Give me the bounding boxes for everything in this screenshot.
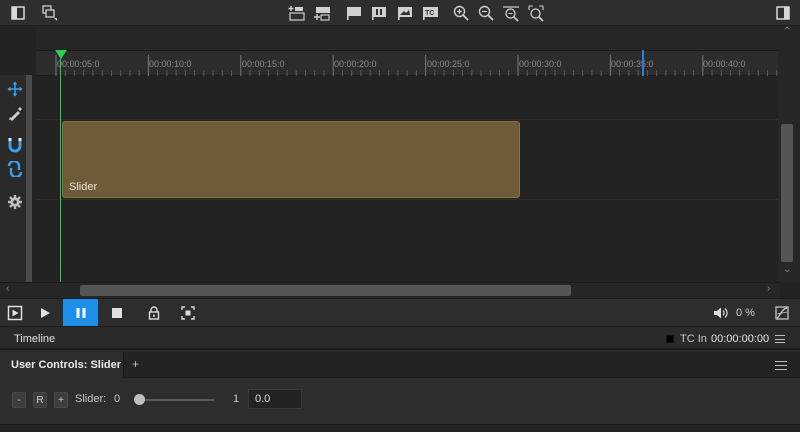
scroll-up-icon[interactable]: ⌃ bbox=[783, 26, 791, 37]
track-divider bbox=[36, 119, 778, 120]
zoom-out-icon[interactable] bbox=[477, 4, 495, 22]
magnet-link-icon[interactable] bbox=[7, 161, 23, 177]
play-from-start-button[interactable] bbox=[2, 299, 28, 327]
decrement-button[interactable]: - bbox=[12, 392, 26, 408]
tc-marker-icon[interactable]: TC bbox=[421, 4, 439, 22]
zoom-fit-icon[interactable] bbox=[502, 4, 520, 22]
slider-max: 1 bbox=[233, 393, 240, 405]
increment-button[interactable]: + bbox=[54, 392, 68, 408]
play-button[interactable] bbox=[32, 299, 58, 327]
gear-icon[interactable] bbox=[7, 194, 23, 210]
panel-bottom-edge bbox=[0, 424, 800, 432]
fit-icon bbox=[181, 306, 195, 320]
play-from-start-icon bbox=[7, 305, 23, 321]
add-tab-button[interactable]: + bbox=[132, 357, 139, 371]
panel-right-icon[interactable] bbox=[774, 4, 792, 22]
move-icon[interactable] bbox=[7, 81, 23, 97]
tools-scroll-track bbox=[26, 75, 32, 283]
pause-marker-icon[interactable] bbox=[370, 4, 388, 22]
lock-icon bbox=[148, 306, 160, 320]
layers-icon[interactable] bbox=[40, 4, 58, 22]
ruler-label: 00:00:15:0 bbox=[242, 59, 285, 69]
ruler-label: 00:00:40:0 bbox=[703, 59, 746, 69]
stop-button[interactable] bbox=[104, 299, 130, 327]
transport-bar: 0 % bbox=[0, 298, 800, 327]
panel-menu-icon[interactable] bbox=[775, 335, 785, 343]
insert-above-icon[interactable] bbox=[287, 4, 305, 22]
ruler-label: 00:00:25:0 bbox=[427, 59, 470, 69]
top-toolbar: TC bbox=[0, 0, 800, 26]
scroll-left-icon[interactable]: ‹ bbox=[6, 283, 9, 294]
pause-icon bbox=[76, 308, 85, 318]
slider-thumb[interactable] bbox=[134, 394, 145, 405]
ruler-label: 00:00:05:0 bbox=[57, 59, 100, 69]
tc-in-label: TC In bbox=[680, 333, 707, 345]
insert-below-icon[interactable] bbox=[313, 4, 331, 22]
curve-editor-button[interactable] bbox=[772, 299, 792, 327]
horizontal-scroll-thumb[interactable] bbox=[80, 285, 571, 296]
user-controls-panel: - R + Slider: 0 1 0.0 bbox=[0, 378, 800, 424]
zoom-reset-icon[interactable] bbox=[527, 4, 545, 22]
timeline-clip[interactable]: Slider bbox=[62, 121, 520, 198]
slider-track[interactable] bbox=[136, 399, 214, 401]
image-marker-icon[interactable] bbox=[396, 4, 414, 22]
user-controls-tabstrip: User Controls: Slider + bbox=[0, 352, 800, 378]
curve-icon bbox=[775, 306, 789, 320]
ruler-label: 00:00:30:0 bbox=[519, 59, 562, 69]
panel-left-icon[interactable] bbox=[9, 4, 27, 22]
stop-icon bbox=[112, 308, 122, 318]
slider-min: 0 bbox=[114, 393, 121, 405]
vertical-scroll-thumb[interactable] bbox=[781, 124, 793, 262]
flag-icon[interactable] bbox=[345, 4, 363, 22]
tc-in-indicator[interactable] bbox=[666, 335, 674, 343]
magnet-icon[interactable] bbox=[7, 137, 23, 153]
tab-label: User Controls: Slider bbox=[11, 359, 122, 371]
playhead-handle[interactable] bbox=[55, 50, 67, 59]
volume-percent: 0 % bbox=[736, 307, 755, 319]
pen-icon[interactable] bbox=[7, 106, 23, 122]
zoom-in-icon[interactable] bbox=[452, 4, 470, 22]
speaker-icon bbox=[714, 307, 728, 319]
ruler-ticks bbox=[55, 55, 778, 76]
tc-in-value[interactable]: 00:00:00:00 bbox=[711, 333, 769, 345]
tab-user-controls-slider[interactable]: User Controls: Slider bbox=[0, 352, 124, 378]
timeline-marker[interactable] bbox=[642, 50, 644, 76]
clip-label: Slider bbox=[69, 181, 98, 193]
svg-text:TC: TC bbox=[425, 10, 434, 17]
lock-button[interactable] bbox=[141, 299, 167, 327]
slider-value-field[interactable]: 0.0 bbox=[248, 389, 302, 409]
scroll-right-icon[interactable]: › bbox=[767, 283, 770, 294]
track-divider bbox=[36, 199, 778, 200]
timeline-panel-bar: Timeline TC In 00:00:00:00 bbox=[0, 326, 800, 350]
play-icon bbox=[41, 308, 50, 318]
tab-menu-icon[interactable] bbox=[775, 361, 787, 370]
panel-title: Timeline bbox=[14, 333, 56, 345]
ruler-label: 00:00:10:0 bbox=[149, 59, 192, 69]
ruler-header bbox=[36, 26, 778, 50]
pause-button[interactable] bbox=[63, 299, 98, 327]
scroll-down-icon[interactable]: ⌄ bbox=[783, 264, 791, 275]
fit-button[interactable] bbox=[175, 299, 201, 327]
ruler-label: 00:00:20:0 bbox=[334, 59, 377, 69]
reset-button[interactable]: R bbox=[33, 392, 47, 408]
slider-label: Slider: bbox=[75, 393, 107, 405]
playhead[interactable] bbox=[60, 50, 61, 282]
time-ruler[interactable]: 00:00:05:0 00:00:10:0 00:00:15:0 00:00:2… bbox=[36, 50, 778, 76]
volume-button[interactable] bbox=[710, 299, 732, 327]
ruler-label: 00:00:35:0 bbox=[611, 59, 654, 69]
